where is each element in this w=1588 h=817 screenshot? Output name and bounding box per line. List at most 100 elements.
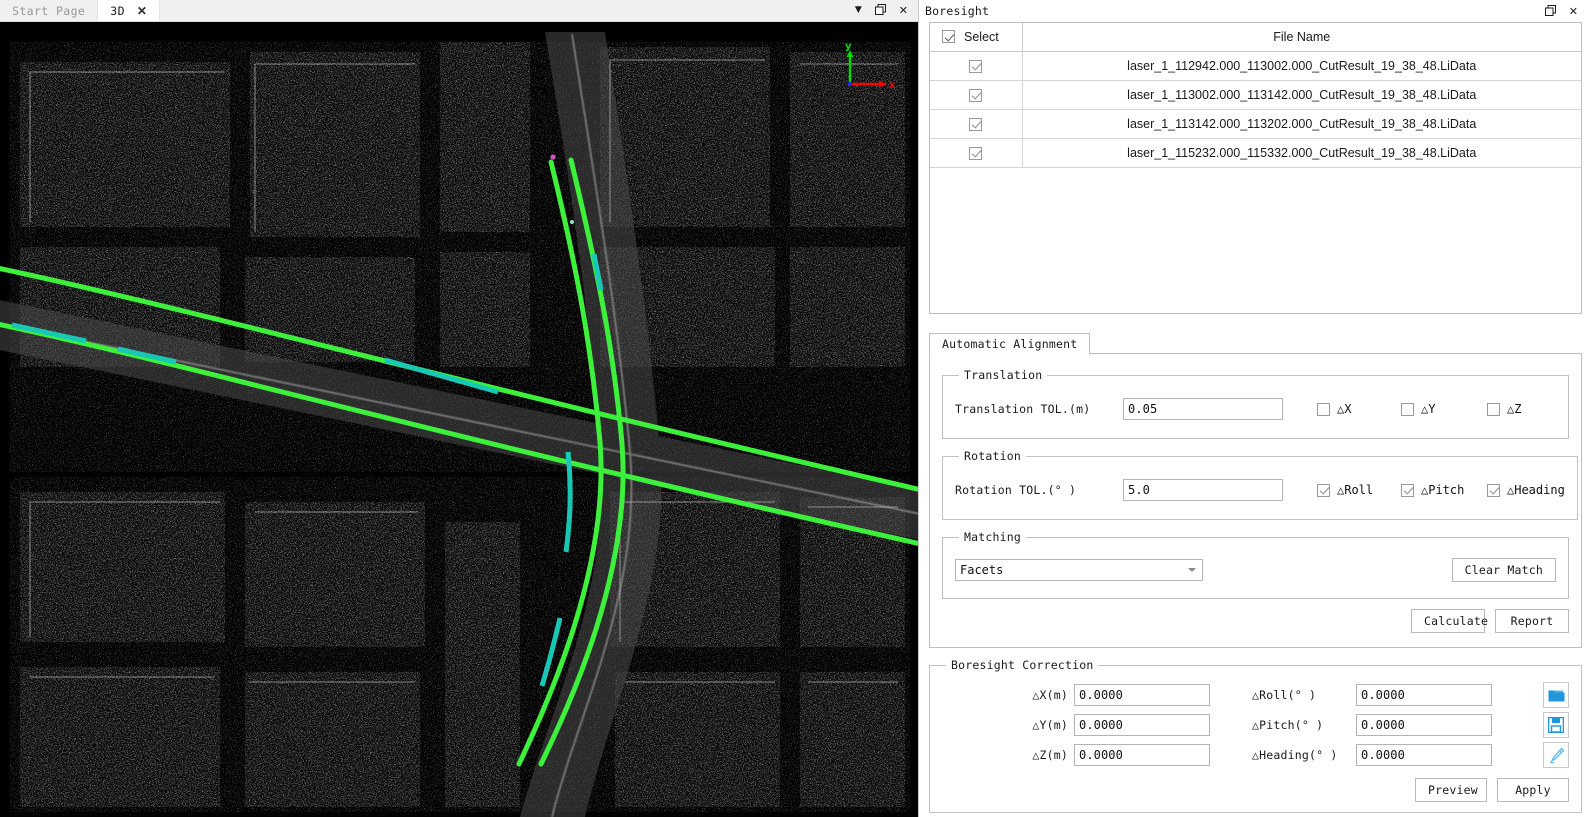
header-cell-select: Select: [930, 23, 1023, 52]
matching-group-legend: Matching: [964, 530, 1021, 544]
alignment-tab-header: Automatic Alignment: [929, 332, 1582, 355]
matching-group: Matching Facets Clear Match: [942, 530, 1569, 599]
point-cloud-3d-viewport[interactable]: x y: [0, 22, 918, 817]
row-checkbox[interactable]: [969, 59, 983, 73]
translation-tol-label: Translation TOL.(m): [955, 402, 1091, 416]
delta-z-option[interactable]: △Z: [1487, 402, 1521, 416]
reset-brush-button[interactable]: [1543, 742, 1569, 768]
delta-x-correction-input[interactable]: [1074, 684, 1210, 706]
delta-roll-label: △Roll: [1337, 483, 1374, 497]
table-header-row: Select File Name: [930, 23, 1581, 52]
delta-x-checkbox[interactable]: [1317, 402, 1330, 416]
delta-z-correction-input[interactable]: [1074, 744, 1210, 766]
calculate-button[interactable]: Calculate: [1411, 609, 1488, 633]
alignment-tab-card: Automatic Alignment Translation Translat…: [929, 332, 1582, 648]
tab-start-page[interactable]: Start Page: [0, 0, 99, 21]
chevron-down-icon[interactable]: ▼: [855, 6, 862, 15]
view-window-controls: ▼ ✕: [849, 0, 918, 21]
restore-window-icon[interactable]: [874, 4, 886, 17]
delta-z-checkbox[interactable]: [1487, 402, 1500, 416]
file-table: Select File Name laser_1_112942.000_1130…: [930, 23, 1581, 168]
open-file-button[interactable]: [1543, 682, 1569, 708]
rotation-tol-input[interactable]: [1123, 479, 1283, 501]
delta-z-label: △Z: [1507, 402, 1522, 416]
save-file-button[interactable]: [1543, 712, 1569, 738]
delta-x-field-label: △X(m): [1032, 688, 1068, 702]
preview-button[interactable]: Preview: [1415, 778, 1487, 802]
table-row[interactable]: laser_1_115232.000_115332.000_CutResult_…: [930, 138, 1581, 168]
row-file-name-cell: laser_1_113142.000_113202.000_CutResult_…: [1022, 109, 1581, 139]
tab-strip-filler: [160, 0, 849, 21]
delta-x-label: △X: [1337, 402, 1352, 416]
tab-3d-label: 3D: [110, 4, 125, 18]
delta-heading-checkbox[interactable]: [1487, 483, 1500, 497]
rotation-group-legend: Rotation: [964, 449, 1021, 463]
translation-group: Translation Translation TOL.(m) △X: [942, 368, 1569, 439]
restore-window-glyph: [874, 4, 886, 15]
row-checkbox[interactable]: [969, 146, 983, 160]
delta-heading-correction-input[interactable]: [1356, 744, 1492, 766]
header-select-label: Select: [964, 29, 999, 44]
row-select-cell[interactable]: [930, 109, 1023, 139]
rotation-group: Rotation Rotation TOL.(° ) △Roll: [942, 449, 1578, 520]
matching-method-select[interactable]: Facets: [955, 559, 1203, 581]
translation-group-legend: Translation: [964, 368, 1043, 382]
restore-panel-glyph: [1544, 4, 1556, 16]
row-checkbox[interactable]: [969, 88, 983, 102]
table-row[interactable]: laser_1_112942.000_113002.000_CutResult_…: [930, 51, 1581, 81]
delta-z-field-label: △Z(m): [1032, 748, 1068, 762]
delta-y-field-label: △Y(m): [1032, 718, 1068, 732]
delta-pitch-label: △Pitch: [1421, 483, 1465, 497]
boresight-correction-group: Boresight Correction △X(m) △Roll(° ): [929, 658, 1582, 813]
view-tab-strip: Start Page 3D ✕ ▼ ✕: [0, 0, 918, 22]
rotation-tol-label: Rotation TOL.(° ): [955, 483, 1077, 497]
row-checkbox[interactable]: [969, 117, 983, 131]
header-cell-file-name: File Name: [1022, 23, 1581, 52]
close-panel-icon[interactable]: ✕: [1569, 6, 1578, 17]
save-disk-icon: [1548, 717, 1564, 733]
table-row[interactable]: laser_1_113002.000_113142.000_CutResult_…: [930, 80, 1581, 110]
tab-start-page-label: Start Page: [12, 3, 86, 18]
delta-x-option[interactable]: △X: [1317, 402, 1401, 416]
delta-roll-option[interactable]: △Roll: [1317, 483, 1401, 497]
lidata-file-table[interactable]: Select File Name laser_1_112942.000_1130…: [929, 22, 1582, 314]
restore-panel-icon[interactable]: [1544, 4, 1556, 18]
delta-heading-option[interactable]: △Heading: [1487, 483, 1565, 497]
delta-pitch-checkbox[interactable]: [1401, 483, 1414, 497]
boresight-application-window: Start Page 3D ✕ ▼ ✕ x y Boresight ✕ Sele…: [0, 0, 1588, 817]
table-row[interactable]: laser_1_113142.000_113202.000_CutResult_…: [930, 109, 1581, 139]
select-all-checkbox[interactable]: [942, 30, 955, 44]
delta-y-correction-input[interactable]: [1074, 714, 1210, 736]
delta-roll-checkbox[interactable]: [1317, 483, 1330, 497]
close-window-icon[interactable]: ✕: [899, 5, 908, 16]
delta-y-option[interactable]: △Y: [1401, 402, 1487, 416]
delta-roll-field-label: △Roll(° ): [1252, 688, 1317, 702]
tab-automatic-alignment[interactable]: Automatic Alignment: [929, 333, 1091, 355]
row-select-cell[interactable]: [930, 138, 1023, 168]
report-button[interactable]: Report: [1495, 609, 1569, 633]
panel-window-controls: ✕: [1544, 4, 1578, 18]
boresight-panel-titlebar: Boresight ✕: [919, 0, 1588, 22]
delta-pitch-option[interactable]: △Pitch: [1401, 483, 1487, 497]
boresight-correction-legend: Boresight Correction: [951, 658, 1094, 672]
tab-3d-close-icon[interactable]: ✕: [137, 4, 147, 18]
row-select-cell[interactable]: [930, 51, 1023, 81]
row-file-name-cell: laser_1_113002.000_113142.000_CutResult_…: [1022, 80, 1581, 110]
clear-match-button[interactable]: Clear Match: [1451, 558, 1556, 582]
tab-3d[interactable]: 3D ✕: [98, 0, 161, 21]
delta-pitch-correction-input[interactable]: [1356, 714, 1492, 736]
delta-roll-correction-input[interactable]: [1356, 684, 1492, 706]
delta-y-checkbox[interactable]: [1401, 402, 1414, 416]
translation-tol-input[interactable]: [1123, 398, 1283, 420]
delta-y-label: △Y: [1421, 402, 1436, 416]
panel-title-label: Boresight: [925, 4, 990, 18]
open-folder-icon: [1548, 690, 1564, 701]
chevron-down-icon: [1188, 568, 1196, 572]
row-file-name-cell: laser_1_115232.000_115332.000_CutResult_…: [1022, 138, 1581, 168]
trajectory-node-marker: [550, 154, 556, 160]
apply-button[interactable]: Apply: [1497, 778, 1569, 802]
row-select-cell[interactable]: [930, 80, 1023, 110]
delta-heading-field-label: △Heading(° ): [1252, 748, 1338, 762]
boresight-panel: Boresight ✕ Select File Name laser_1_112…: [918, 0, 1588, 817]
boresight-panel-body: Select File Name laser_1_112942.000_1130…: [919, 22, 1588, 817]
